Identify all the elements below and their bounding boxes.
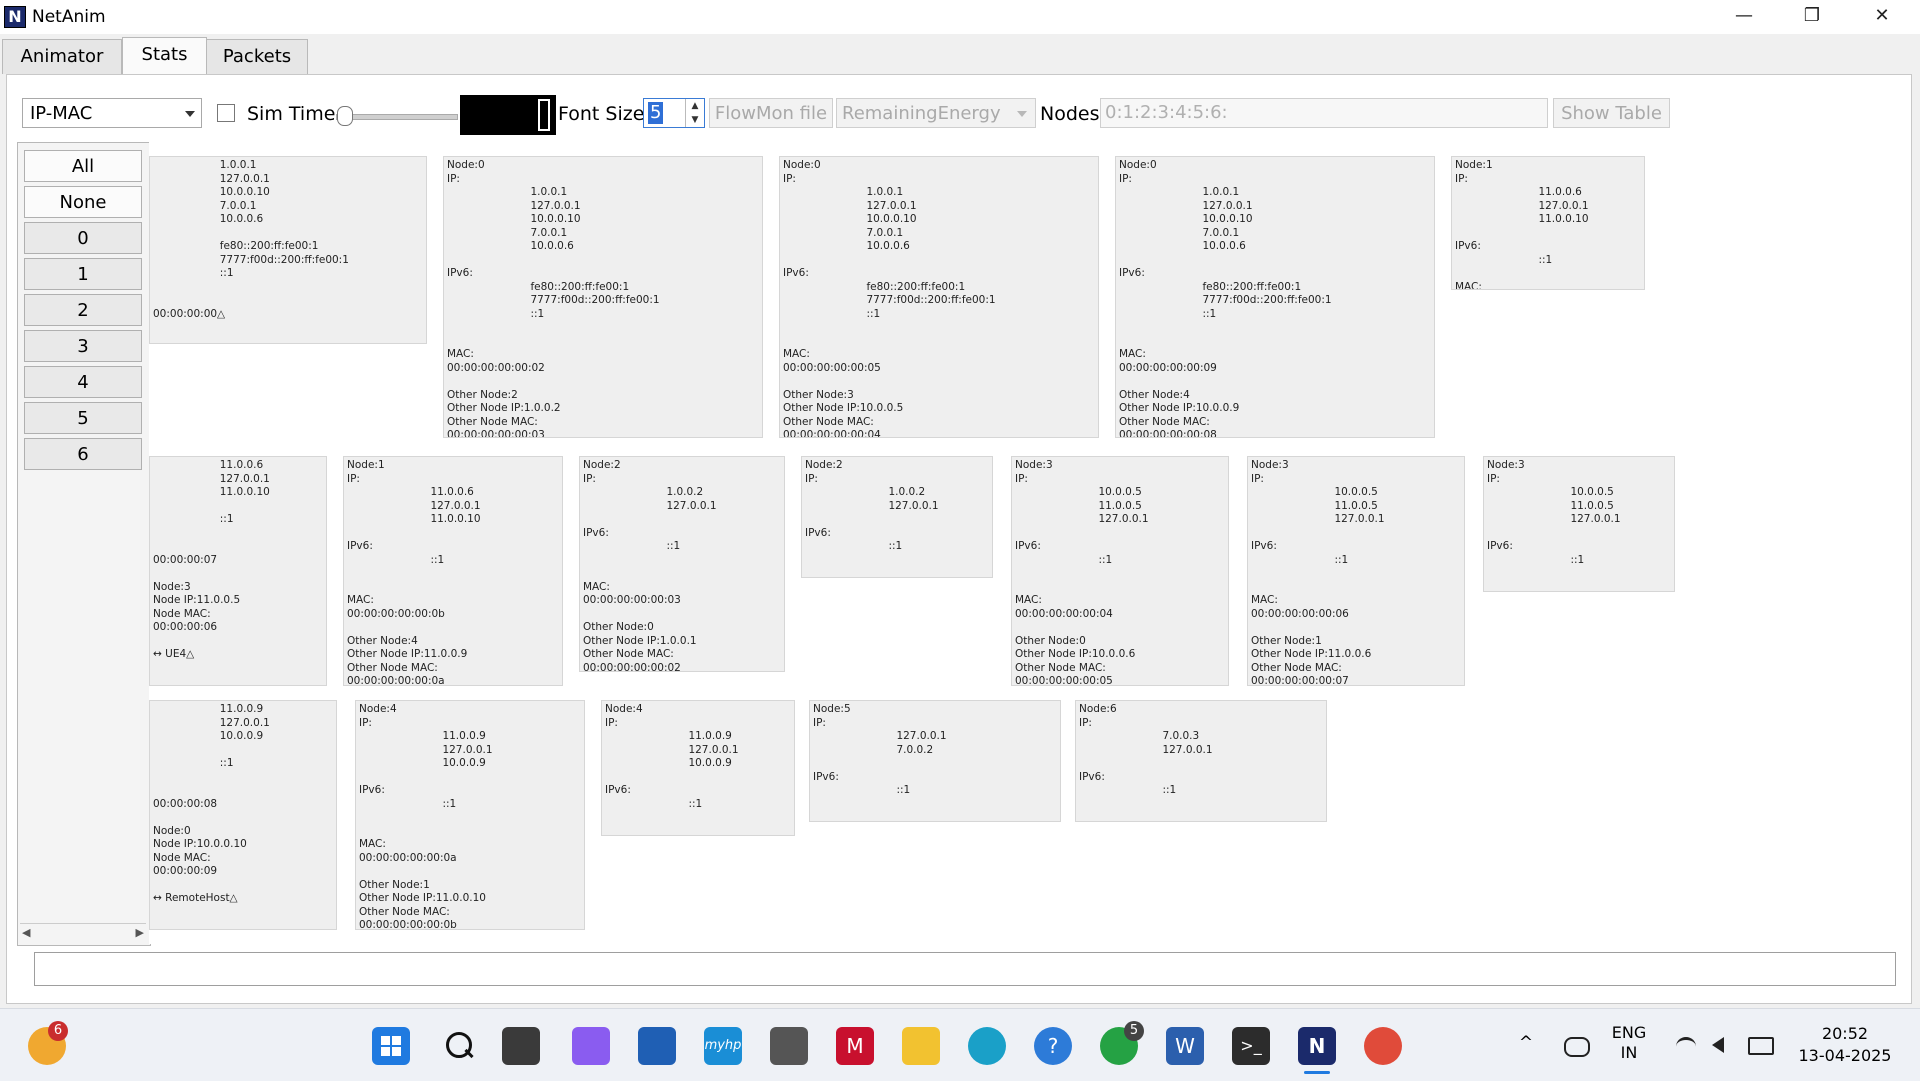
status-input[interactable] — [34, 952, 1896, 986]
node-stats-card: Node:3 IP: 10.0.0.5 11.0.0.5 127.0.0.1 I… — [1011, 456, 1229, 686]
sim-time-slider-handle[interactable] — [337, 106, 353, 126]
clock-date: 13-04-2025 — [1798, 1046, 1892, 1065]
onedrive-icon[interactable] — [1564, 1037, 1590, 1057]
nodes-label: Nodes — [1040, 103, 1100, 125]
terminal-icon[interactable]: >_ — [1232, 1027, 1270, 1065]
weather-badge: 6 — [48, 1021, 68, 1041]
node-stats-card: Node:0 IP: 1.0.0.1 127.0.0.1 10.0.0.10 7… — [779, 156, 1099, 438]
flowmon-file-button[interactable]: FlowMon file — [709, 98, 833, 128]
node-stats-card: Node:4 IP: 11.0.0.9 127.0.0.1 10.0.0.9 I… — [601, 700, 795, 836]
cursor-icon — [538, 99, 550, 131]
node-none-button[interactable]: None — [24, 186, 142, 218]
window-title: NetAnim — [32, 7, 106, 27]
node-2-button[interactable]: 2 — [24, 294, 142, 326]
tab-bar: Animator Stats Packets — [0, 37, 1920, 75]
node-list-panel: All None 0 1 2 3 4 5 6 ◀ ▶ — [17, 142, 151, 946]
node-stats-card: 11.0.0.6 127.0.0.1 11.0.0.10 ::1 00:00:0… — [149, 456, 327, 686]
node-stats-card: Node:2 IP: 1.0.0.2 127.0.0.1 IPv6: ::1 M… — [579, 456, 785, 672]
taskbar: 6 myhp M ? 5 W >_ N ^ ENG IN 20:52 13-04… — [0, 1008, 1920, 1081]
windows-start-icon[interactable] — [372, 1027, 410, 1065]
whatsapp-badge: 5 — [1124, 1021, 1144, 1041]
node-stats-card: Node:3 IP: 10.0.0.5 11.0.0.5 127.0.0.1 I… — [1483, 456, 1675, 592]
get-help-icon[interactable]: ? — [1034, 1027, 1072, 1065]
word-icon[interactable]: W — [1166, 1027, 1204, 1065]
node-5-button[interactable]: 5 — [24, 402, 142, 434]
maximize-button[interactable]: ❐ — [1778, 0, 1846, 34]
chevron-down-icon — [185, 111, 195, 117]
minimize-button[interactable]: — — [1710, 0, 1778, 34]
sim-time-checkbox[interactable] — [217, 104, 235, 122]
sim-time-slider[interactable] — [336, 114, 458, 120]
active-app-indicator — [1304, 1071, 1330, 1074]
netanim-icon[interactable]: N — [1298, 1027, 1336, 1065]
store-icon[interactable] — [638, 1027, 676, 1065]
chrome-icon[interactable] — [1364, 1027, 1402, 1065]
resource-combo-value: RemainingEnergy — [842, 103, 1001, 124]
scroll-right-icon[interactable]: ▶ — [136, 926, 144, 939]
node-all-button[interactable]: All — [24, 150, 142, 182]
node-stats-card: Node:0 IP: 1.0.0.1 127.0.0.1 10.0.0.10 7… — [1115, 156, 1435, 438]
tray-chevron-icon[interactable]: ^ — [1514, 1033, 1538, 1053]
file-explorer-icon[interactable] — [902, 1027, 940, 1065]
copilot-icon[interactable] — [572, 1027, 610, 1065]
node-stats-card: Node:4 IP: 11.0.0.9 127.0.0.1 10.0.0.9 I… — [355, 700, 585, 930]
horizontal-scrollbar[interactable]: ◀ ▶ — [20, 923, 146, 942]
node-stats-card: Node:3 IP: 10.0.0.5 11.0.0.5 127.0.0.1 I… — [1247, 456, 1465, 686]
tab-animator[interactable]: Animator — [2, 39, 122, 74]
node-stats-card: 1.0.0.1 127.0.0.1 10.0.0.10 7.0.0.1 10.0… — [149, 156, 427, 344]
node-stats-card: Node:6 IP: 7.0.0.3 127.0.0.1 IPv6: ::1 M… — [1075, 700, 1327, 822]
node-0-button[interactable]: 0 — [24, 222, 142, 254]
show-table-button[interactable]: Show Table — [1553, 98, 1670, 128]
stats-graphics-view[interactable]: 1.0.0.1 127.0.0.1 10.0.0.10 7.0.0.1 10.0… — [149, 142, 1903, 944]
font-size-label: Font Size — [558, 103, 645, 125]
search-icon[interactable] — [440, 1027, 478, 1065]
netanim-app-icon: N — [4, 6, 26, 28]
language-line2: IN — [1620, 1043, 1638, 1062]
language-line1: ENG — [1611, 1023, 1647, 1042]
task-view-icon[interactable] — [502, 1027, 540, 1065]
myhp-icon[interactable]: myhp — [704, 1027, 742, 1065]
tab-stats[interactable]: Stats — [122, 37, 207, 75]
spin-arrows-icon[interactable]: ▲ ▼ — [685, 99, 704, 127]
mode-combo[interactable]: IP-MAC — [22, 98, 202, 128]
font-size-spinbox[interactable]: 5 ▲ ▼ — [643, 98, 705, 128]
node-1-button[interactable]: 1 — [24, 258, 142, 290]
resource-combo[interactable]: RemainingEnergy — [836, 98, 1036, 128]
nodes-input[interactable]: 0:1:2:3:4:5:6: — [1100, 98, 1548, 128]
camera-icon[interactable] — [770, 1027, 808, 1065]
mcafee-icon[interactable]: M — [836, 1027, 874, 1065]
clock[interactable]: 20:52 13-04-2025 — [1790, 1023, 1900, 1067]
node-3-button[interactable]: 3 — [24, 330, 142, 362]
scroll-left-icon[interactable]: ◀ — [22, 926, 30, 939]
font-size-value: 5 — [648, 102, 664, 124]
chevron-down-icon — [1017, 111, 1027, 117]
mode-combo-value: IP-MAC — [30, 103, 93, 124]
node-4-button[interactable]: 4 — [24, 366, 142, 398]
node-stats-card: Node:2 IP: 1.0.0.2 127.0.0.1 IPv6: ::1 M… — [801, 456, 993, 578]
wifi-icon[interactable] — [1676, 1037, 1696, 1056]
edge-icon[interactable] — [968, 1027, 1006, 1065]
node-6-button[interactable]: 6 — [24, 438, 142, 470]
node-stats-card: Node:1 IP: 11.0.0.6 127.0.0.1 11.0.0.10 … — [343, 456, 563, 686]
close-button[interactable]: ✕ — [1848, 0, 1916, 34]
volume-icon[interactable] — [1712, 1037, 1724, 1053]
sim-time-label: Sim Time — [247, 103, 336, 125]
battery-icon[interactable] — [1748, 1037, 1774, 1055]
tab-packets[interactable]: Packets — [206, 39, 308, 74]
node-stats-card: Node:5 IP: 127.0.0.1 7.0.0.2 IPv6: ::1 M… — [809, 700, 1061, 822]
node-stats-card: Node:1 IP: 11.0.0.6 127.0.0.1 11.0.0.10 … — [1451, 156, 1645, 290]
node-stats-card: Node:0 IP: 1.0.0.1 127.0.0.1 10.0.0.10 7… — [443, 156, 763, 438]
clock-time: 20:52 — [1821, 1024, 1869, 1043]
language-indicator[interactable]: ENG IN — [1606, 1023, 1652, 1063]
node-stats-card: 11.0.0.9 127.0.0.1 10.0.0.9 ::1 00:00:00… — [149, 700, 337, 930]
title-bar: N NetAnim — ❐ ✕ — [0, 0, 1920, 34]
